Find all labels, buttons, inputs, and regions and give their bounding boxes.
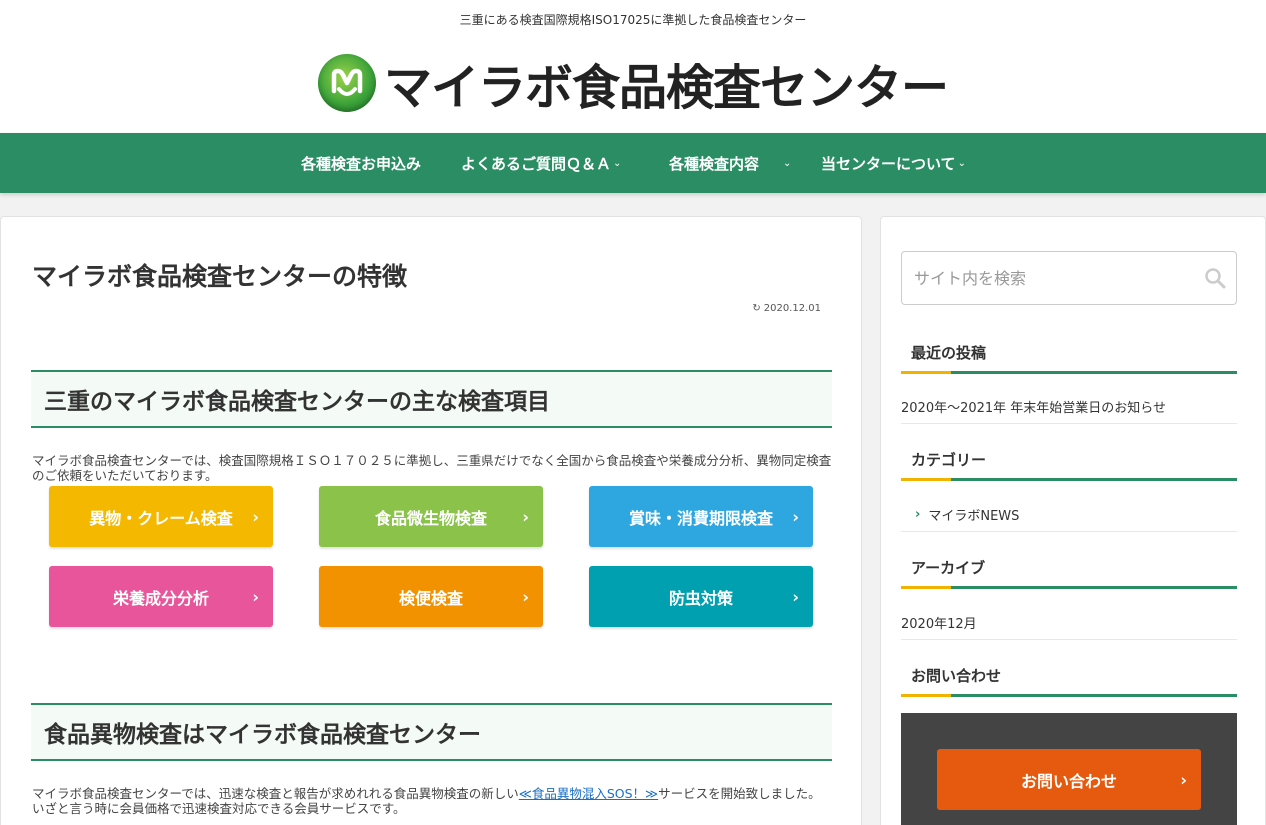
category-button-label: 栄養成分分析 bbox=[112, 588, 209, 608]
archive-item[interactable]: 2020年12月 bbox=[901, 606, 1237, 640]
chevron-right-icon: › bbox=[792, 507, 799, 526]
chevron-right-icon: › bbox=[1180, 770, 1187, 789]
section-heading-inspections: 三重のマイラボ食品検査センターの主な検査項目 bbox=[31, 370, 832, 428]
category-button-label: 防虫対策 bbox=[668, 588, 733, 608]
search-input[interactable] bbox=[914, 268, 1194, 288]
category-button-expiry[interactable]: 賞味・消費期限検査 › bbox=[589, 486, 813, 547]
site-tagline: 三重にある検査国際規格ISO17025に準拠した食品検査センター bbox=[459, 13, 807, 27]
global-nav: 各種検査お申込み よくあるご質問Ｑ＆Ａ ⌄ 各種検査内容 ⌄ 当センターについて… bbox=[0, 133, 1266, 193]
recent-post-item[interactable]: 2020年～2021年 年末年始営業日のお知らせ bbox=[901, 390, 1237, 424]
search-icon[interactable] bbox=[1204, 267, 1226, 293]
widget-title-category: カテゴリー bbox=[901, 449, 1237, 481]
update-date-text: 2020.12.01 bbox=[763, 303, 821, 314]
widget-title-contact: お問い合わせ bbox=[901, 665, 1237, 697]
update-date: ↻ 2020.12.01 bbox=[752, 303, 821, 314]
nav-item-faq[interactable]: よくあるご質問Ｑ＆Ａ ⌄ bbox=[461, 133, 621, 193]
nav-item-label: よくあるご質問Ｑ＆Ａ bbox=[461, 154, 612, 173]
chevron-right-icon: › bbox=[252, 587, 259, 606]
nav-item-inspections[interactable]: 各種検査内容 ⌄ bbox=[669, 133, 791, 193]
chevron-right-icon: › bbox=[252, 507, 259, 526]
site-header: 三重にある検査国際規格ISO17025に準拠した食品検査センター マイラボ食品検… bbox=[0, 0, 1266, 133]
nav-item-about[interactable]: 当センターについて ⌄ bbox=[821, 133, 966, 193]
chevron-down-icon: ⌄ bbox=[613, 157, 622, 169]
sos-service-link[interactable]: ≪食品異物混入SOS！≫ bbox=[519, 786, 658, 801]
logo-mark-icon bbox=[317, 54, 376, 112]
contact-button[interactable]: お問い合わせ › bbox=[937, 749, 1201, 810]
category-button-label: 食品微生物検査 bbox=[374, 508, 487, 528]
sidebar: 最近の投稿 2020年～2021年 年末年始営業日のお知らせ カテゴリー › マ… bbox=[880, 216, 1266, 825]
search-box bbox=[901, 251, 1237, 305]
category-button-label: 異物・クレーム検査 bbox=[89, 508, 233, 528]
nav-item-label: 各種検査内容 bbox=[669, 154, 760, 173]
logo-text: マイラボ食品検査センター bbox=[383, 60, 949, 116]
widget-title-archive: アーカイブ bbox=[901, 557, 1237, 589]
section-paragraph-inspections: マイラボ食品検査センターでは、検査国際規格ＩＳＯ１７０２５に準拠し、三重県だけで… bbox=[32, 453, 832, 483]
section-paragraph-foreign-matter: マイラボ食品検査センターでは、迅速な検査と報告が求めれれる食品異物検査の新しい≪… bbox=[32, 786, 832, 816]
nav-item-label: 各種検査お申込み bbox=[301, 154, 422, 173]
site-logo[interactable]: マイラボ食品検査センター bbox=[0, 48, 1266, 118]
page-title: マイラボ食品検査センターの特徴 bbox=[32, 262, 408, 291]
category-button-stool[interactable]: 検便検査 › bbox=[319, 566, 543, 627]
contact-box: お問い合わせ › bbox=[901, 713, 1237, 825]
category-button-pest-control[interactable]: 防虫対策 › bbox=[589, 566, 813, 627]
category-item[interactable]: › マイラボNEWS bbox=[901, 498, 1237, 532]
category-button-foreign-matter[interactable]: 異物・クレーム検査 › bbox=[49, 486, 273, 547]
chevron-right-icon: › bbox=[792, 587, 799, 606]
chevron-right-icon: › bbox=[522, 507, 529, 526]
contact-button-label: お問い合わせ bbox=[1020, 771, 1117, 791]
category-button-microbe[interactable]: 食品微生物検査 › bbox=[319, 486, 543, 547]
nav-item-label: 当センターについて bbox=[821, 154, 956, 173]
chevron-down-icon: ⌄ bbox=[783, 157, 792, 169]
chevron-right-icon: › bbox=[522, 587, 529, 606]
update-icon: ↻ bbox=[752, 303, 761, 314]
category-button-label: 検便検査 bbox=[398, 588, 463, 608]
chevron-down-icon: ⌄ bbox=[957, 157, 966, 169]
category-button-nutrition[interactable]: 栄養成分分析 › bbox=[49, 566, 273, 627]
recent-post-label: 2020年～2021年 年末年始営業日のお知らせ bbox=[901, 401, 1167, 416]
section-heading-foreign-matter: 食品異物検査はマイラボ食品検査センター bbox=[31, 703, 832, 761]
paragraph-text: マイラボ食品検査センターでは、迅速な検査と報告が求めれれる食品異物検査の新しい bbox=[32, 786, 519, 801]
chevron-right-icon: › bbox=[915, 507, 921, 522]
nav-item-apply[interactable]: 各種検査お申込み bbox=[301, 133, 421, 193]
category-label: マイラボNEWS bbox=[928, 509, 1020, 524]
category-button-label: 賞味・消費期限検査 bbox=[628, 508, 773, 528]
widget-title-recent: 最近の投稿 bbox=[901, 342, 1237, 374]
archive-label: 2020年12月 bbox=[901, 617, 977, 632]
main-content: マイラボ食品検査センターの特徴 ↻ 2020.12.01 三重のマイラボ食品検査… bbox=[0, 216, 862, 825]
